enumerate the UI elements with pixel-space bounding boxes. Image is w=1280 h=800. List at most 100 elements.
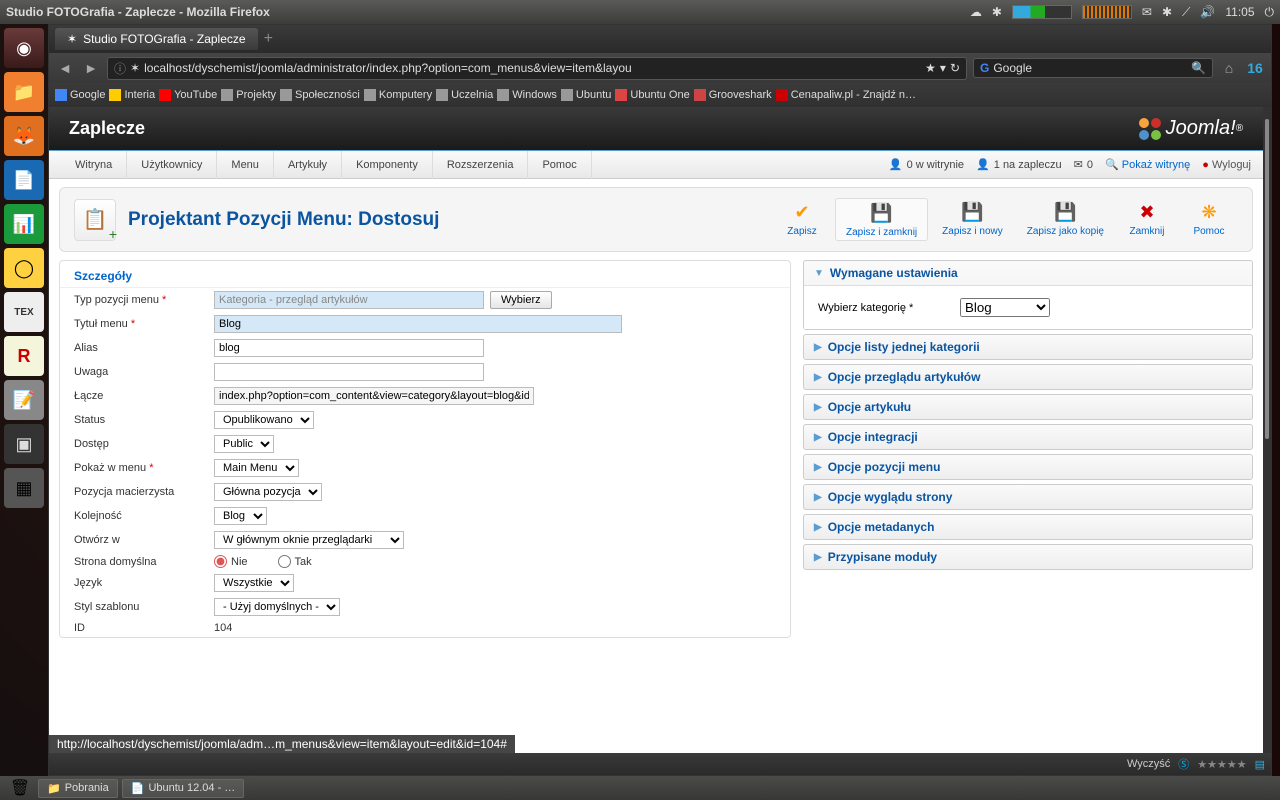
interia-icon: [109, 89, 121, 101]
taskbar-item[interactable]: 📄Ubuntu 12.04 - …: [122, 779, 245, 798]
link-label: Łącze: [74, 390, 214, 402]
menu-help[interactable]: Pomoc: [528, 151, 591, 179]
forward-button[interactable]: ►: [81, 60, 101, 76]
menu-content[interactable]: Artykuły: [274, 151, 342, 179]
dropdown-icon[interactable]: ▾: [940, 61, 946, 75]
bluetooth2-icon[interactable]: ✱: [1162, 5, 1172, 19]
rating-stars[interactable]: ★★★★★: [1197, 758, 1246, 771]
terminal-icon[interactable]: ▣: [4, 424, 44, 464]
cancel-button[interactable]: ✖Zamknij: [1118, 198, 1176, 241]
bookmark-folder[interactable]: Komputery: [364, 89, 432, 101]
menu-site[interactable]: Witryna: [61, 151, 127, 179]
target-select[interactable]: W głównym oknie przeglądarki: [214, 531, 404, 549]
firefox-tab[interactable]: ✶ Studio FOTOGrafia - Zaplecze: [55, 28, 258, 50]
home-yes-radio[interactable]: [278, 555, 291, 568]
required-settings-header[interactable]: ▼Wymagane ustawienia: [804, 261, 1252, 285]
tex-icon[interactable]: TEX: [4, 292, 44, 332]
menu-components[interactable]: Komponenty: [342, 151, 433, 179]
workspace-icon[interactable]: ▦: [4, 468, 44, 508]
save-close-button[interactable]: 💾Zapisz i zamknij: [835, 198, 928, 241]
access-select[interactable]: Public: [214, 435, 274, 453]
sysmon2-icon[interactable]: [1082, 5, 1132, 19]
rkward-icon[interactable]: R: [4, 336, 44, 376]
wifi-icon[interactable]: ⟋: [1182, 5, 1190, 20]
bookmark-item[interactable]: Ubuntu One: [615, 89, 689, 101]
note-input[interactable]: [214, 363, 484, 381]
volume-icon[interactable]: 🔊: [1200, 5, 1215, 19]
parent-select[interactable]: Główna pozycja: [214, 483, 322, 501]
writer-icon[interactable]: 📄: [4, 160, 44, 200]
help-button[interactable]: ❋Pomoc: [1180, 198, 1238, 241]
chat-icon[interactable]: ◯: [4, 248, 44, 288]
preview-icon: 🔍: [1105, 159, 1119, 171]
link-input[interactable]: [214, 387, 534, 405]
title-input[interactable]: [214, 315, 622, 333]
menu-select[interactable]: Main Menu: [214, 459, 299, 477]
scrollbar-thumb[interactable]: [1265, 119, 1269, 439]
clear-button[interactable]: Wyczyść: [1127, 758, 1170, 770]
save-copy-button[interactable]: 💾Zapisz jako kopię: [1017, 198, 1114, 241]
template-select[interactable]: - Użyj domyślnych -: [214, 598, 340, 616]
calc-icon[interactable]: 📊: [4, 204, 44, 244]
order-select[interactable]: Blog: [214, 507, 267, 525]
view-site-link[interactable]: 🔍 Pokaż witrynę: [1105, 158, 1190, 171]
home-button[interactable]: ⌂: [1219, 60, 1239, 76]
bookmark-folder[interactable]: Ubuntu: [561, 89, 611, 101]
type-value: Kategoria - przegląd artykułów: [214, 291, 484, 309]
dash-icon[interactable]: ◉: [4, 28, 44, 68]
bookmark-item[interactable]: YouTube: [159, 89, 217, 101]
bluetooth-icon[interactable]: ✱: [992, 5, 1002, 19]
search-go-icon[interactable]: 🔍: [1191, 61, 1206, 75]
id-value: 104: [214, 622, 232, 634]
skype-icon[interactable]: Ⓢ: [1178, 756, 1189, 772]
save-new-button[interactable]: 💾Zapisz i nowy: [932, 198, 1013, 241]
firefox-statusbar: http://localhost/dyschemist/joomla/adm…m…: [49, 753, 1271, 775]
taskbar-item[interactable]: 📁Pobrania: [38, 779, 118, 798]
addon-icon[interactable]: ▤: [1255, 758, 1265, 771]
id-label: ID: [74, 622, 214, 634]
search-bar[interactable]: G Google 🔍: [973, 58, 1213, 78]
bookmark-item[interactable]: Google: [55, 89, 105, 101]
content-scrollbar[interactable]: [1263, 107, 1271, 753]
type-select-button[interactable]: Wybierz: [490, 291, 552, 309]
bookmark-item[interactable]: Interia: [109, 89, 155, 101]
category-select[interactable]: Blog: [960, 298, 1050, 317]
messages-stat[interactable]: ✉0: [1074, 158, 1093, 171]
new-tab-button[interactable]: +: [264, 30, 273, 48]
logout-link[interactable]: ● Wyloguj: [1202, 159, 1251, 171]
menu-extensions[interactable]: Rozszerzenia: [433, 151, 529, 179]
firefox-icon[interactable]: 🦊: [4, 116, 44, 156]
joomla-menubar: Witryna Użytkownicy Menu Artykuły Kompon…: [49, 151, 1263, 179]
sysmon-icon[interactable]: [1012, 5, 1072, 19]
bookmark-folder[interactable]: Projekty: [221, 89, 276, 101]
order-label: Kolejność: [74, 510, 214, 522]
bookmark-folder[interactable]: Windows: [497, 89, 557, 101]
status-select[interactable]: Opublikowano: [214, 411, 314, 429]
menu-users[interactable]: Użytkownicy: [127, 151, 217, 179]
bookmark-folder[interactable]: Uczelnia: [436, 89, 493, 101]
folder-icon: [364, 89, 376, 101]
home-no-radio[interactable]: [214, 555, 227, 568]
clock[interactable]: 11:05: [1225, 5, 1254, 19]
mail-icon[interactable]: ✉: [1142, 5, 1152, 19]
weather-icon[interactable]: ☁: [970, 5, 982, 19]
url-bar[interactable]: ⓘ ✶ localhost/dyschemist/joomla/administ…: [107, 57, 967, 80]
bookmark-folder[interactable]: Społeczności: [280, 89, 360, 101]
target-label: Otwórz w: [74, 534, 214, 546]
back-button[interactable]: ◄: [55, 60, 75, 76]
lang-select[interactable]: Wszystkie: [214, 574, 294, 592]
bookmark-item[interactable]: Grooveshark: [694, 89, 772, 101]
bookmark-item[interactable]: Cenapaliw.pl - Znajdź n…: [776, 89, 916, 101]
reload-icon[interactable]: ↻: [950, 61, 960, 75]
save-button[interactable]: ✔Zapisz: [773, 198, 831, 241]
menu-menus[interactable]: Menu: [217, 151, 274, 179]
power-icon[interactable]: ⏻: [1265, 5, 1275, 20]
bookmark-star-icon[interactable]: ★: [925, 61, 936, 75]
tabgroups-button[interactable]: 16: [1245, 60, 1265, 76]
files-icon[interactable]: 📁: [4, 72, 44, 112]
alias-input[interactable]: [214, 339, 484, 357]
notes-icon[interactable]: 📝: [4, 380, 44, 420]
folder-icon: [280, 89, 292, 101]
alias-label: Alias: [74, 342, 214, 354]
trash-icon[interactable]: 🗑: [6, 776, 34, 800]
